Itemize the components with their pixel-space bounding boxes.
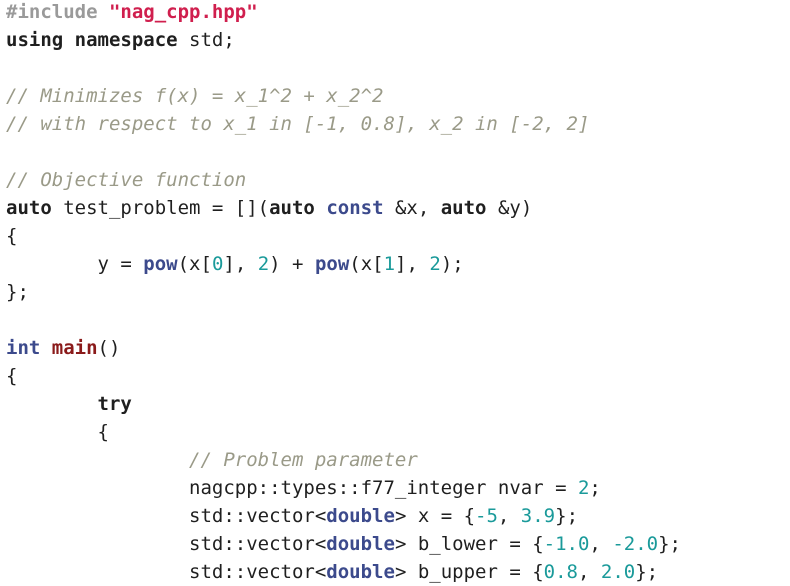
code-token: double — [326, 561, 395, 583]
code-token: ; — [589, 477, 601, 499]
code-token: using — [6, 29, 64, 51]
code-token: &y) — [486, 197, 533, 219]
code-token: ); — [440, 253, 464, 275]
code-token: // Minimizes f(x) = x_1^2 + x_2^2 — [6, 85, 384, 107]
code-token: () — [97, 337, 121, 359]
code-line: y = pow(x[0], 2) + pow(x[1], 2); — [6, 250, 790, 278]
code-line: int main() — [6, 334, 790, 362]
code-token: }; — [6, 281, 29, 303]
code-token: // Problem parameter — [6, 449, 418, 471]
code-token: { — [6, 225, 18, 247]
code-token: , — [497, 505, 521, 527]
code-token: -5 — [475, 505, 498, 527]
code-token: { — [6, 365, 18, 387]
code-token: auto — [6, 197, 52, 219]
code-token: const — [326, 197, 384, 219]
code-token: try — [97, 393, 132, 415]
code-token: 0 — [211, 253, 224, 275]
code-line: // Minimizes f(x) = x_1^2 + x_2^2 — [6, 82, 790, 110]
code-token: > x = { — [394, 505, 476, 527]
code-line: try — [6, 390, 790, 418]
code-token: "nag_cpp.hpp" — [108, 1, 258, 23]
code-token: 2 — [429, 253, 441, 275]
code-token: ], — [395, 253, 430, 275]
code-token: std; — [177, 29, 235, 51]
code-line: ​ — [6, 138, 790, 166]
code-token: double — [326, 533, 395, 555]
code-line: std::vector<double> b_lower = {-1.0, -2.… — [6, 530, 790, 558]
code-line: std::vector<double> x = {-5, 3.9}; — [6, 502, 790, 530]
code-line: #include "nag_cpp.hpp" — [6, 0, 790, 26]
code-token: // Objective function — [6, 169, 247, 191]
code-token: 0.8 — [543, 561, 578, 583]
code-line: { — [6, 418, 790, 446]
code-token: std::vector< — [6, 561, 327, 583]
code-token: #include — [6, 1, 109, 23]
code-token: (x[ — [177, 253, 212, 275]
code-token: namespace — [74, 29, 178, 51]
code-token: 3.9 — [520, 505, 556, 527]
code-line: // Problem parameter — [6, 446, 790, 474]
code-token: nagcpp::types::f77_integer nvar = — [6, 477, 578, 499]
code-line: std::vector<double> b_upper = {0.8, 2.0}… — [6, 558, 790, 586]
code-token: double — [326, 505, 395, 527]
code-token: , — [589, 533, 613, 555]
code-line: // Objective function — [6, 166, 790, 194]
code-token: 1 — [383, 253, 396, 275]
code-token: test_problem = []( — [51, 197, 270, 219]
code-line: // with respect to x_1 in [-1, 0.8], x_2… — [6, 110, 790, 138]
code-line: }; — [6, 278, 790, 306]
code-token: y = — [6, 253, 144, 275]
code-token: }; — [555, 505, 579, 527]
code-token: 2 — [577, 477, 590, 499]
code-token: 2.0 — [600, 561, 636, 583]
code-token: }; — [658, 533, 681, 555]
code-token: &x, — [383, 197, 441, 219]
source-code[interactable]: #include "nag_cpp.hpp" using namespace st… — [0, 0, 790, 586]
code-token: pow — [143, 253, 178, 275]
code-token: -2.0 — [612, 533, 659, 555]
code-line: { — [6, 362, 790, 390]
code-token: -1.0 — [543, 533, 590, 555]
code-token: std::vector< — [6, 505, 327, 527]
code-token: auto — [269, 197, 315, 219]
code-token: ) + — [269, 253, 315, 275]
code-editor[interactable]: #include "nag_cpp.hpp" using namespace st… — [0, 0, 790, 586]
code-token: std::vector< — [6, 533, 327, 555]
code-token: 2 — [257, 253, 270, 275]
code-token: }; — [635, 561, 659, 583]
code-line: auto test_problem = [](auto const &x, au… — [6, 194, 790, 222]
code-token: (x[ — [349, 253, 384, 275]
code-line: { — [6, 222, 790, 250]
code-line: using namespace std; — [6, 26, 790, 54]
code-token: // with respect to x_1 in [-1, 0.8], x_2… — [6, 113, 590, 135]
code-token: pow — [314, 253, 350, 275]
code-token: auto — [440, 197, 487, 219]
code-line: nagcpp::types::f77_integer nvar = 2; — [6, 474, 790, 502]
code-token: , — [577, 561, 601, 583]
code-token: > b_lower = { — [394, 533, 544, 555]
code-line: ​ — [6, 54, 790, 82]
code-token: int — [6, 337, 41, 359]
code-line: ​ — [6, 306, 790, 334]
code-token: > b_upper = { — [394, 561, 544, 583]
code-token: main — [51, 337, 98, 359]
code-token: { — [6, 421, 109, 443]
code-token: ], — [223, 253, 258, 275]
